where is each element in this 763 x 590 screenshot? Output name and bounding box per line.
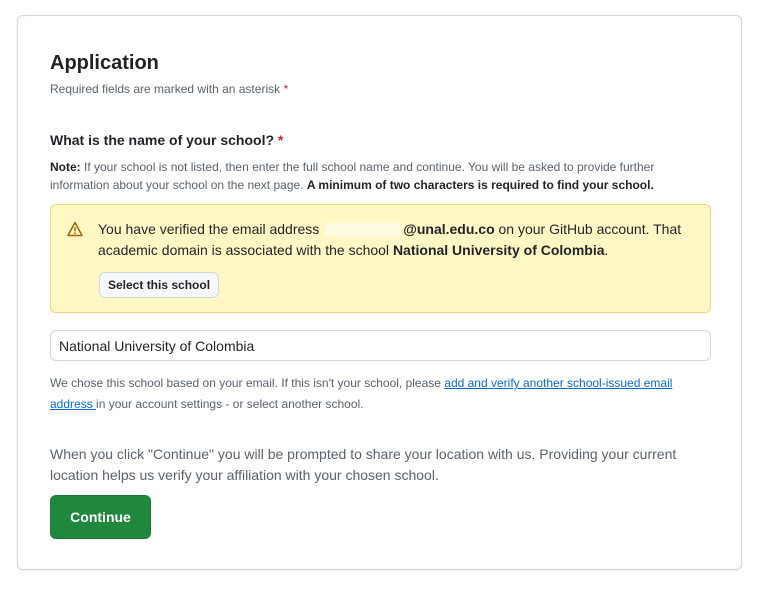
chosen-note-text-before: We chose this school based on your email… (50, 376, 445, 390)
alert-icon (67, 221, 83, 237)
location-prompt-note: When you click "Continue" you will be pr… (50, 446, 677, 483)
required-fields-text: Required fields are marked with an aster… (50, 82, 281, 96)
flash-school-name: National University of Colombia (392, 242, 605, 258)
school-question-text: What is the name of your school? (50, 132, 275, 148)
chosen-school-note: We chose this school based on your email… (50, 373, 712, 415)
hint-note-label: Note: (50, 160, 81, 174)
required-asterisk: * (283, 82, 289, 96)
page-title: Application (50, 52, 159, 74)
verified-email-flash: You have verified the email address @una… (50, 204, 711, 313)
flash-email-domain: @unal.edu.co (403, 221, 495, 237)
school-hint: Note: If your school is not listed, then… (50, 158, 712, 194)
flash-text-before: You have verified the email address (98, 221, 324, 237)
school-name-input[interactable] (50, 330, 711, 361)
flash-text-end: . (604, 242, 609, 258)
required-fields-note: Required fields are marked with an aster… (50, 82, 288, 96)
school-question-label: What is the name of your school? * (50, 132, 283, 148)
redacted-email-user (325, 223, 402, 238)
application-card: Application Required fields are marked w… (17, 15, 742, 570)
chosen-note-text-after: in your account settings - or select ano… (96, 397, 364, 411)
hint-note-emphasis: A minimum of two characters is required … (306, 178, 654, 192)
select-this-school-button[interactable]: Select this school (99, 272, 220, 298)
school-question-asterisk: * (277, 132, 284, 148)
continue-button[interactable]: Continue (50, 495, 151, 539)
flash-message: You have verified the email address @una… (98, 219, 698, 261)
